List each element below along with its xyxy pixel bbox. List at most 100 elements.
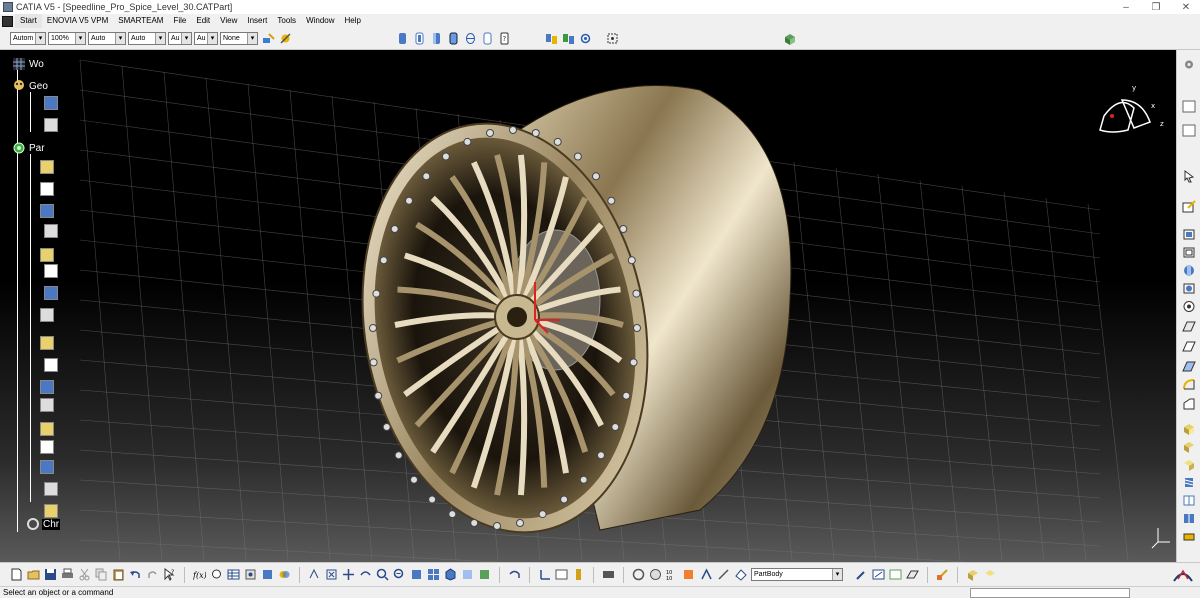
color-combo[interactable]: Autom <box>10 32 46 45</box>
draft-icon[interactable] <box>1182 422 1196 435</box>
rib-icon[interactable] <box>1182 320 1196 333</box>
line-thickness-combo[interactable]: Auto <box>88 32 126 45</box>
shell-icon[interactable] <box>1182 440 1196 453</box>
start-menu-icon[interactable] <box>2 15 13 27</box>
whats-this-icon[interactable]: ? <box>163 568 176 581</box>
open-icon[interactable] <box>27 568 40 581</box>
shaft-icon[interactable] <box>1182 264 1196 277</box>
menu-window[interactable]: Window <box>301 14 339 28</box>
rotate-icon[interactable] <box>579 32 592 45</box>
wireframe-icon[interactable] <box>464 32 477 45</box>
undo-icon[interactable] <box>129 568 142 581</box>
point-type-combo[interactable]: Au <box>168 32 192 45</box>
sketch-plane-icon[interactable] <box>906 568 919 581</box>
deviation-icon[interactable] <box>649 568 662 581</box>
menu-help[interactable]: Help <box>340 14 366 28</box>
save-icon[interactable] <box>44 568 57 581</box>
new-icon[interactable] <box>10 568 23 581</box>
multi-view-icon[interactable] <box>427 568 440 581</box>
menu-tools[interactable]: Tools <box>272 14 301 28</box>
pad-icon[interactable] <box>1182 228 1196 241</box>
select-icon[interactable] <box>1182 170 1196 183</box>
tree-feature-icon[interactable] <box>40 460 54 474</box>
fillet-icon[interactable] <box>1182 378 1196 391</box>
thickness-icon[interactable] <box>1182 458 1196 471</box>
painter-icon[interactable] <box>262 32 275 45</box>
measure-icon[interactable] <box>572 568 585 581</box>
cut-icon[interactable] <box>78 568 91 581</box>
tree-feature-icon[interactable] <box>40 398 54 412</box>
hide-icon[interactable] <box>478 568 491 581</box>
tree-feature-icon[interactable] <box>44 504 58 518</box>
zoom-area-icon[interactable] <box>606 32 619 45</box>
chamfer-icon[interactable] <box>1182 398 1196 411</box>
3d-viewport[interactable]: x y z <box>0 50 1176 562</box>
macro-icon[interactable] <box>244 568 257 581</box>
axis-system-icon[interactable] <box>538 568 551 581</box>
power-input-field[interactable] <box>970 588 1130 598</box>
insert-ordered-geoset-icon[interactable] <box>889 568 902 581</box>
close-button[interactable]: ✕ <box>1172 0 1200 14</box>
environment-icon[interactable] <box>983 568 996 581</box>
tree-feature-icon[interactable] <box>40 182 54 196</box>
coordinate-icon[interactable]: 1010 <box>666 568 679 581</box>
tree-feature-icon[interactable] <box>40 248 54 262</box>
split-icon[interactable] <box>1182 494 1196 507</box>
current-body-combo[interactable]: PartBody <box>751 568 843 581</box>
scale-icon[interactable] <box>1182 530 1196 543</box>
fly-mode-icon[interactable] <box>308 568 321 581</box>
normal-view-icon[interactable] <box>410 568 423 581</box>
analysis-icon[interactable] <box>632 568 645 581</box>
settings-icon[interactable] <box>1182 58 1196 71</box>
mirror-icon[interactable] <box>1182 512 1196 525</box>
thread-icon[interactable] <box>1182 476 1196 489</box>
tree-feature-icon[interactable] <box>44 118 58 132</box>
compass[interactable]: x y z <box>1099 84 1164 133</box>
sketch-icon[interactable] <box>1182 100 1196 113</box>
menu-file[interactable]: File <box>168 14 191 28</box>
tree-feature-icon[interactable] <box>44 358 58 372</box>
insert-body-icon[interactable] <box>855 568 868 581</box>
slot-icon[interactable] <box>1182 340 1196 353</box>
feature-recognition-icon[interactable] <box>683 568 696 581</box>
print-icon[interactable] <box>61 568 74 581</box>
boolean-icon[interactable] <box>278 568 291 581</box>
menu-start[interactable]: Start <box>15 14 42 28</box>
pocket-icon[interactable] <box>1182 246 1196 259</box>
minimize-button[interactable]: – <box>1112 0 1140 14</box>
menu-edit[interactable]: Edit <box>191 14 215 28</box>
swap-space-icon[interactable] <box>562 32 575 45</box>
formula-icon[interactable]: f(x) <box>193 568 206 581</box>
hide-show-icon[interactable] <box>545 32 558 45</box>
properties-icon[interactable] <box>279 32 292 45</box>
tree-feature-icon[interactable] <box>44 482 58 496</box>
fit-all-icon[interactable] <box>396 32 409 45</box>
work-on-support-icon[interactable] <box>555 568 568 581</box>
hole-icon[interactable] <box>1182 300 1196 313</box>
sketcher-icon[interactable] <box>1182 200 1196 213</box>
tree-feature-icon[interactable] <box>44 286 58 300</box>
zoom-out-icon[interactable] <box>393 568 406 581</box>
zoom-in-icon[interactable] <box>376 568 389 581</box>
tree-feature-icon[interactable] <box>44 224 58 238</box>
tree-feature-icon[interactable] <box>40 440 54 454</box>
shading-mode-icon[interactable] <box>461 568 474 581</box>
tree-feature-icon[interactable] <box>40 336 54 350</box>
copy-icon[interactable] <box>95 568 108 581</box>
front-view-icon[interactable] <box>413 32 426 45</box>
table-icon[interactable] <box>227 568 240 581</box>
tree-feature-icon[interactable] <box>40 204 54 218</box>
tree-node-part[interactable]: Par <box>12 140 46 156</box>
shading-icon[interactable] <box>430 32 443 45</box>
pan-icon[interactable] <box>342 568 355 581</box>
custom-view-icon[interactable]: ? <box>498 32 511 45</box>
tree-feature-icon[interactable] <box>44 96 58 110</box>
groove-icon[interactable] <box>1182 282 1196 295</box>
instantiate-icon[interactable] <box>700 568 713 581</box>
tree-feature-icon[interactable] <box>40 380 54 394</box>
plane-icon[interactable] <box>1182 124 1196 137</box>
apply-material-bottom-icon[interactable] <box>936 568 949 581</box>
tree-node-chrome[interactable]: Chr <box>26 516 61 532</box>
layer-combo[interactable]: None <box>220 32 258 45</box>
wheel-rim-model[interactable] <box>331 85 792 556</box>
